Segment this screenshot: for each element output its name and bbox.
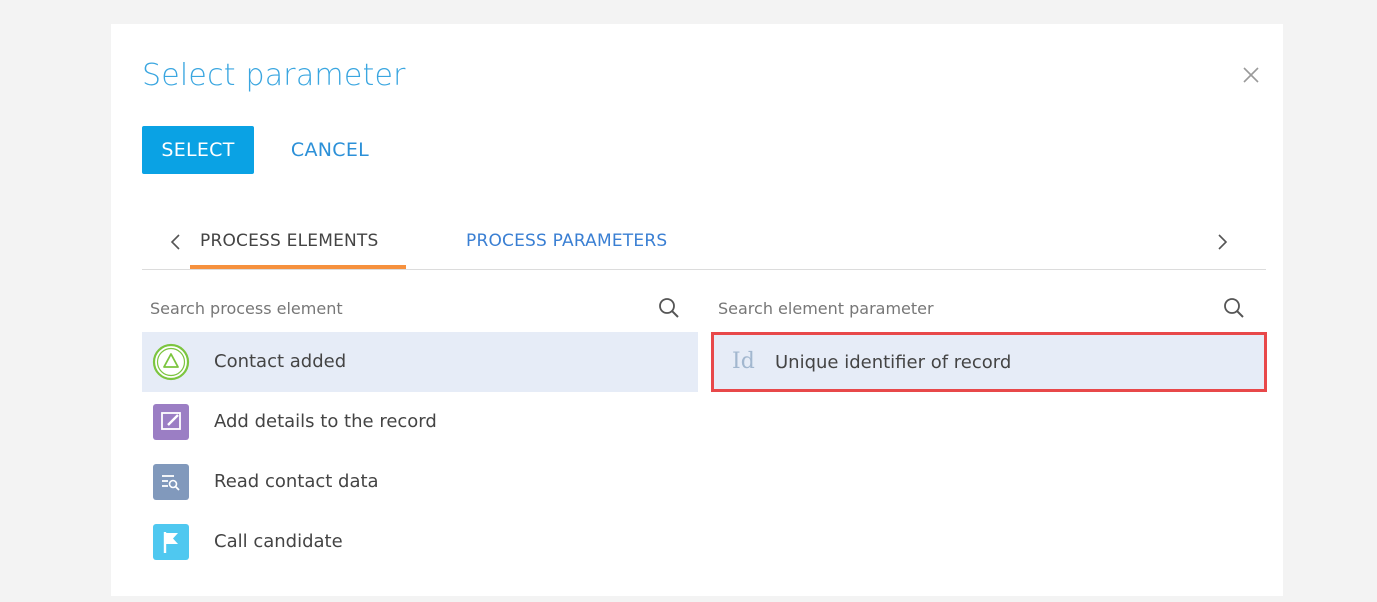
process-element-search-input[interactable] <box>142 288 698 328</box>
id-type-icon: Id <box>732 349 755 374</box>
parameter-row-unique-identifier[interactable]: Id Unique identifier of record <box>711 332 1267 392</box>
list-item[interactable]: Contact added <box>142 332 698 392</box>
parameter-label: Unique identifier of record <box>775 352 1012 373</box>
process-elements-list: Contact added Add details to the record <box>142 332 698 572</box>
close-icon[interactable] <box>1240 64 1262 86</box>
tab-process-elements[interactable]: PROCESS ELEMENTS <box>200 231 379 251</box>
start-signal-icon <box>152 343 190 381</box>
list-item[interactable]: Read contact data <box>142 452 698 512</box>
process-element-search <box>142 288 698 328</box>
edit-record-icon <box>152 403 190 441</box>
search-icon[interactable] <box>657 296 681 320</box>
element-parameter-search <box>710 288 1266 328</box>
read-data-icon <box>152 463 190 501</box>
tab-bar: PROCESS ELEMENTS PROCESS PARAMETERS <box>142 220 1266 270</box>
element-parameter-search-input[interactable] <box>710 288 1266 328</box>
chevron-right-icon[interactable] <box>1212 230 1232 254</box>
search-icon[interactable] <box>1222 296 1246 320</box>
list-item-label: Read contact data <box>214 471 379 492</box>
chevron-left-icon[interactable] <box>166 230 186 254</box>
flag-icon <box>152 523 190 561</box>
close-icon-glyph <box>1243 67 1259 83</box>
list-item-label: Add details to the record <box>214 411 437 432</box>
list-item-label: Call candidate <box>214 531 343 552</box>
list-item[interactable]: Add details to the record <box>142 392 698 452</box>
list-item[interactable]: Call candidate <box>142 512 698 572</box>
cancel-button[interactable]: CANCEL <box>275 126 385 174</box>
dialog-title: Select parameter <box>142 58 406 93</box>
tab-process-parameters[interactable]: PROCESS PARAMETERS <box>466 231 667 251</box>
list-item-label: Contact added <box>214 351 347 372</box>
select-button[interactable]: SELECT <box>142 126 254 174</box>
select-parameter-dialog: Select parameter SELECT CANCEL PROCESS E… <box>111 24 1283 596</box>
active-tab-indicator <box>190 265 406 269</box>
